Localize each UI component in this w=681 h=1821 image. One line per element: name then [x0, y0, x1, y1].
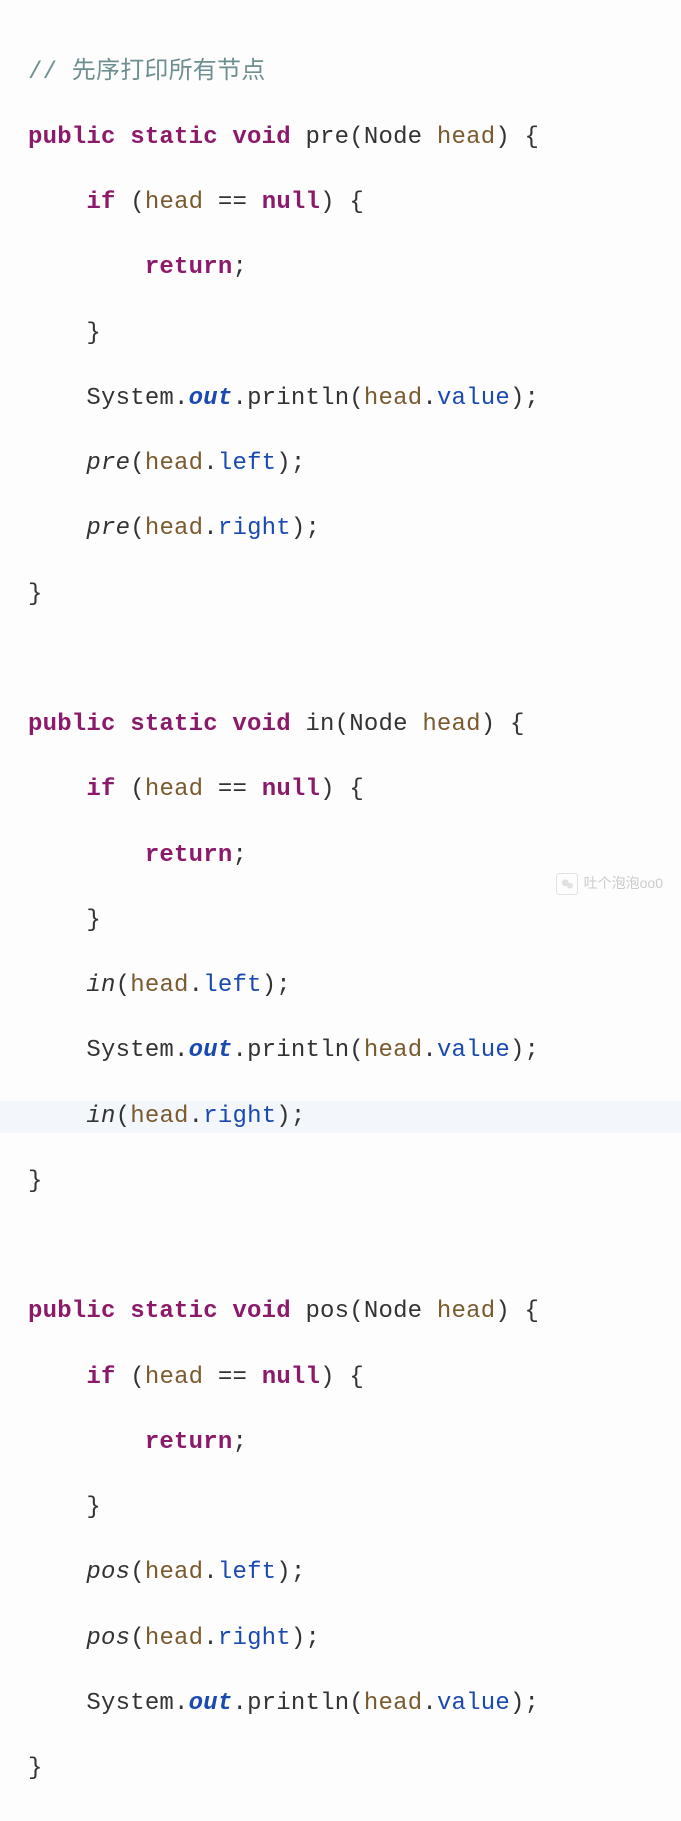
- param: head: [437, 124, 495, 151]
- field: right: [203, 1103, 276, 1130]
- var: head: [364, 1037, 422, 1064]
- method-name: in: [305, 711, 334, 738]
- watermark: 吐个泡泡oo0: [556, 873, 663, 895]
- var: head: [145, 1559, 203, 1586]
- call: pre: [86, 515, 130, 542]
- kw: null: [262, 776, 320, 803]
- var: head: [145, 1364, 203, 1391]
- kw: if: [86, 189, 115, 216]
- wechat-icon: [556, 873, 578, 895]
- op: ==: [218, 189, 247, 216]
- field: right: [218, 515, 291, 542]
- kw: public static void: [28, 124, 291, 151]
- code-block: // 先序打印所有节点 public static void pre(Node …: [0, 0, 681, 1818]
- field: value: [437, 1690, 510, 1717]
- method-name: pos: [305, 1298, 349, 1325]
- var: head: [130, 1103, 188, 1130]
- class: System: [86, 1037, 174, 1064]
- kw: return: [145, 842, 233, 869]
- kw: null: [262, 189, 320, 216]
- type: Node: [349, 711, 407, 738]
- param: head: [437, 1298, 495, 1325]
- class: System: [86, 1690, 174, 1717]
- method-name: pre: [305, 124, 349, 151]
- comment: // 先序打印所有节点: [28, 59, 265, 86]
- class: System: [86, 385, 174, 412]
- kw: return: [145, 1429, 233, 1456]
- param: head: [422, 711, 480, 738]
- var: head: [364, 1690, 422, 1717]
- call: pos: [86, 1625, 130, 1652]
- call: in: [86, 972, 115, 999]
- field: out: [189, 1037, 233, 1064]
- field: left: [218, 1559, 276, 1586]
- field: right: [218, 1625, 291, 1652]
- call: println: [247, 1690, 349, 1717]
- var: head: [145, 1625, 203, 1652]
- op: ==: [218, 1364, 247, 1391]
- call: println: [247, 1037, 349, 1064]
- call: pos: [86, 1559, 130, 1586]
- field: out: [189, 1690, 233, 1717]
- var: head: [145, 189, 203, 216]
- kw: public static void: [28, 711, 291, 738]
- type: Node: [364, 124, 422, 151]
- var: head: [364, 385, 422, 412]
- var: head: [145, 776, 203, 803]
- op: ==: [218, 776, 247, 803]
- watermark-text: 吐个泡泡oo0: [584, 874, 663, 893]
- kw: null: [262, 1364, 320, 1391]
- var: head: [130, 972, 188, 999]
- kw: return: [145, 254, 233, 281]
- field: left: [203, 972, 261, 999]
- var: head: [145, 515, 203, 542]
- kw: public static void: [28, 1298, 291, 1325]
- field: out: [189, 385, 233, 412]
- kw: if: [86, 776, 115, 803]
- call: println: [247, 385, 349, 412]
- field: value: [437, 385, 510, 412]
- field: value: [437, 1037, 510, 1064]
- call: in: [86, 1103, 115, 1130]
- kw: if: [86, 1364, 115, 1391]
- call: pre: [86, 450, 130, 477]
- var: head: [145, 450, 203, 477]
- type: Node: [364, 1298, 422, 1325]
- field: left: [218, 450, 276, 477]
